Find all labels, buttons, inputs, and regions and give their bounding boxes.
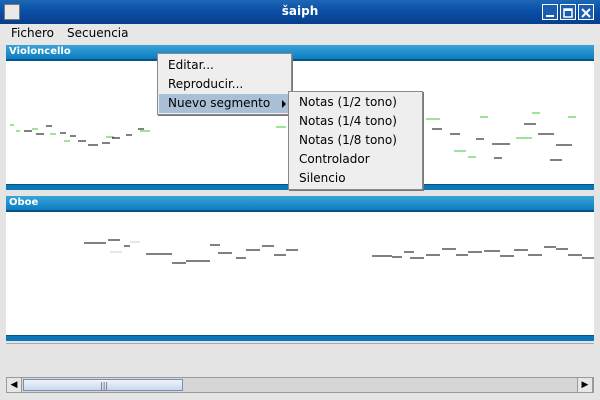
title-bar[interactable]: šaiph — [0, 0, 600, 25]
track-header: Violoncello — [6, 45, 594, 61]
menu-item-reproducir[interactable]: Reproducir... — [159, 75, 290, 94]
note-segment-black[interactable] — [84, 239, 594, 264]
menu-item-label: Notas (1/4 tono) — [299, 114, 397, 128]
track-panel-oboe[interactable]: Oboe — [6, 196, 594, 341]
empty-track-area — [6, 343, 594, 376]
menu-item-label: Reproducir... — [168, 77, 244, 91]
maximize-icon[interactable] — [560, 4, 576, 20]
submenu-item-silencio[interactable]: Silencio — [290, 169, 421, 188]
menu-item-label: Notas (1/8 tono) — [299, 133, 397, 147]
track-footer — [6, 335, 594, 341]
menu-item-nuevo-segmento[interactable]: Nuevo segmento — [159, 94, 290, 113]
menu-item-label: Controlador — [299, 152, 370, 166]
menu-item-label: Editar... — [168, 58, 214, 72]
submenu-item-controlador[interactable]: Controlador — [290, 150, 421, 169]
track-name: Violoncello — [9, 46, 71, 57]
note-segment-gray[interactable] — [110, 241, 140, 253]
window-title: šaiph — [281, 4, 319, 18]
menu-item-label: Nuevo segmento — [168, 96, 271, 110]
submenu-nuevo-segmento: Notas (1/2 tono) Notas (1/4 tono) Notas … — [288, 91, 423, 190]
menu-item-label: Notas (1/2 tono) — [299, 95, 397, 109]
menu-fichero[interactable]: Fichero — [7, 25, 58, 41]
submenu-item-notas-1-8[interactable]: Notas (1/8 tono) — [290, 131, 421, 150]
minimize-icon[interactable] — [542, 4, 558, 20]
menu-item-label: Silencio — [299, 171, 346, 185]
piano-roll-oboe[interactable] — [6, 212, 594, 336]
submenu-arrow-icon — [282, 100, 286, 108]
scrollbar-thumb[interactable]: ||| — [23, 379, 183, 391]
menu-secuencia[interactable]: Secuencia — [63, 25, 132, 41]
submenu-item-notas-1-2[interactable]: Notas (1/2 tono) — [290, 93, 421, 112]
close-icon[interactable] — [578, 4, 594, 20]
menu-bar: Fichero Secuencia — [0, 24, 600, 44]
menu-item-editar[interactable]: Editar... — [159, 56, 290, 75]
scroll-left-icon[interactable]: ◀ — [7, 378, 22, 392]
track-name: Oboe — [9, 197, 39, 208]
grip-icon: ||| — [100, 381, 109, 390]
scroll-right-icon[interactable]: ▶ — [577, 378, 593, 392]
track-header: Oboe — [6, 196, 594, 212]
application-window: šaiph Fichero Secuencia Violoncello Oboe… — [0, 0, 600, 400]
context-menu: Editar... Reproducir... Nuevo segmento — [157, 53, 292, 115]
horizontal-scrollbar[interactable]: ◀ ||| ▶ — [6, 377, 594, 393]
submenu-item-notas-1-4[interactable]: Notas (1/4 tono) — [290, 112, 421, 131]
